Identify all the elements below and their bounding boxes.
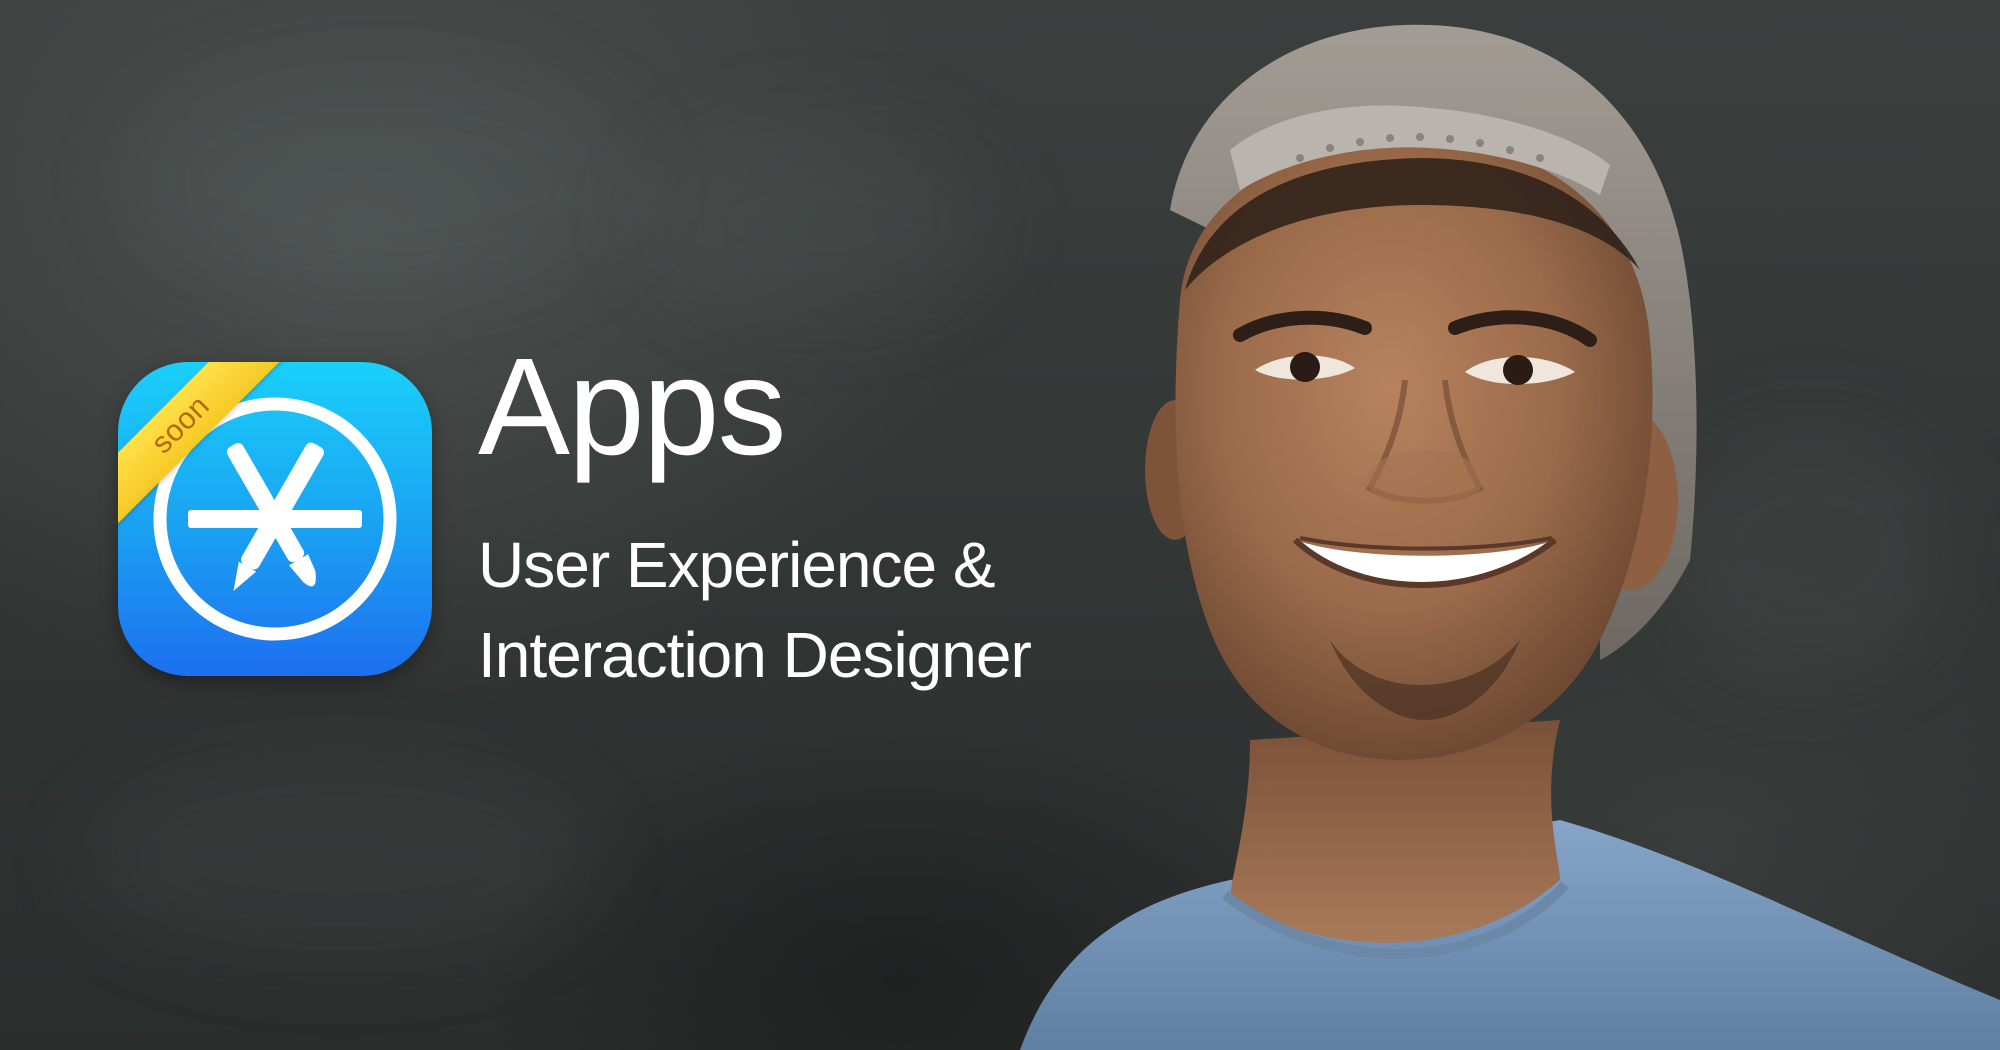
app-store-icon: soon <box>118 362 432 676</box>
job-title-line-1: User Experience & <box>478 529 996 601</box>
portrait-photo <box>1020 24 2000 1050</box>
job-title-line-2: Interaction Designer <box>478 619 1032 691</box>
job-title: User Experience & Interaction Designer <box>478 520 1032 700</box>
chalk-smudge <box>120 60 640 300</box>
hero-banner: soon Apps User Experience & Interaction … <box>0 0 2000 1050</box>
chalk-smudge <box>640 120 1000 320</box>
chalk-smudge <box>80 760 600 960</box>
page-title: Apps <box>478 330 787 484</box>
